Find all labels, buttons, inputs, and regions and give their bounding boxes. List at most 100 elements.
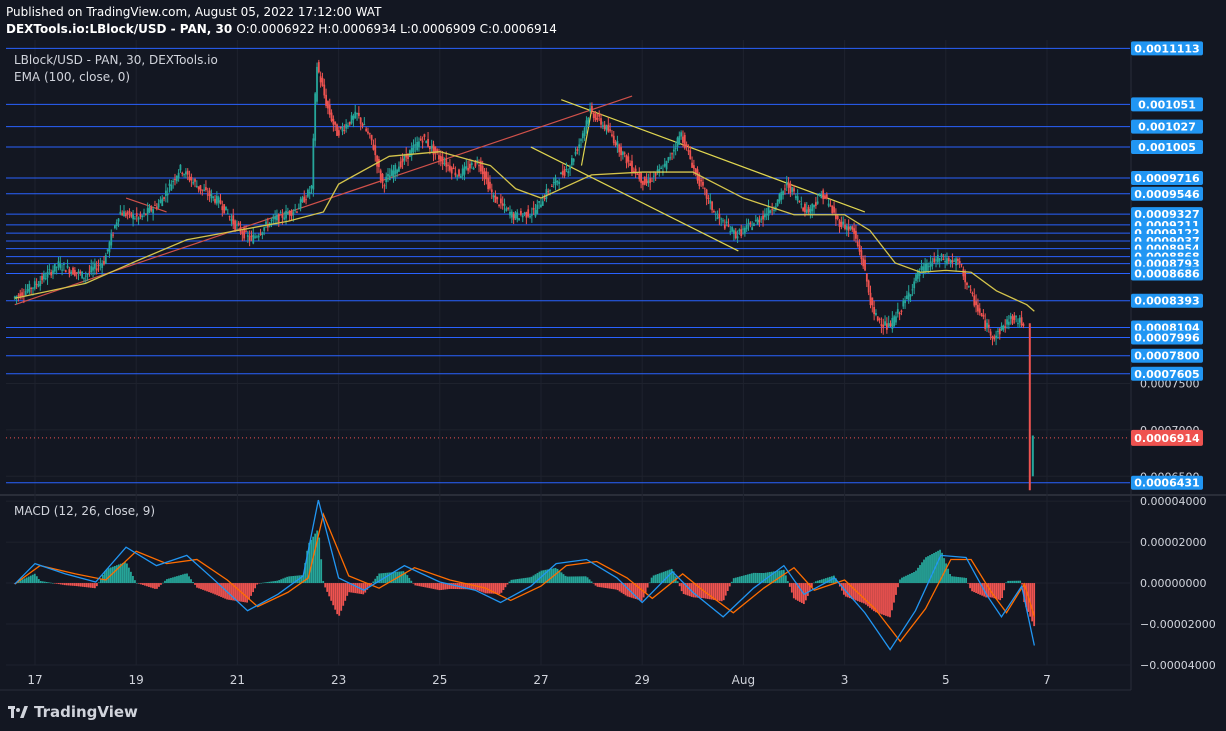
candle-body <box>97 265 100 267</box>
candle-body <box>388 175 391 181</box>
macd-histogram-bar <box>568 576 571 584</box>
candle-body <box>1004 326 1007 328</box>
macd-histogram-bar <box>264 582 267 584</box>
candle-body <box>292 212 295 215</box>
macd-histogram-bar <box>678 583 681 587</box>
macd-histogram-bar <box>324 583 327 588</box>
candle-body <box>851 226 854 230</box>
macd-histogram-bar <box>965 577 967 584</box>
macd-histogram-bar <box>97 582 100 584</box>
ema-legend[interactable]: EMA (100, close, 0) <box>14 70 130 84</box>
macd-histogram-bar <box>913 572 915 584</box>
candle-body <box>441 156 444 165</box>
macd-tick-label: 0.00002000 <box>1140 536 1206 549</box>
candle-body <box>949 260 952 264</box>
candle-body <box>520 210 522 215</box>
macd-histogram-bar <box>105 568 108 584</box>
macd-legend[interactable]: MACD (12, 26, close, 9) <box>14 504 155 518</box>
candle-body <box>884 321 886 326</box>
candle-body <box>385 176 388 182</box>
macd-histogram-bar <box>340 583 343 611</box>
candle-body <box>416 141 419 151</box>
macd-histogram-bar <box>885 583 887 616</box>
macd-histogram-bar <box>428 583 431 589</box>
macd-histogram-bar <box>47 582 50 584</box>
macd-histogram-bar <box>256 583 258 585</box>
candle-body <box>1015 316 1018 318</box>
candle-body <box>718 213 721 219</box>
macd-histogram-bar <box>85 583 88 588</box>
candle-body <box>144 213 147 215</box>
macd-histogram-bar <box>146 583 148 587</box>
macd-histogram-bar <box>238 583 240 602</box>
macd-histogram-bar <box>116 565 118 584</box>
macd-histogram-bar <box>610 583 613 589</box>
macd-histogram-bar <box>977 583 979 594</box>
macd-histogram-bar <box>111 566 114 584</box>
macd-histogram-bar <box>55 583 58 584</box>
candle-body <box>447 164 449 166</box>
symbol-legend[interactable]: LBlock/USD - PAN, 30, DEXTools.io <box>14 53 218 67</box>
macd-histogram-bar <box>656 574 659 584</box>
tradingview-logo[interactable]: TradingView <box>8 703 138 721</box>
level-price-label: 0.0009716 <box>1134 172 1200 185</box>
macd-histogram-bar <box>995 583 998 599</box>
macd-histogram-bar <box>670 568 673 584</box>
candle-body <box>995 335 998 339</box>
macd-histogram-bar <box>113 565 116 584</box>
macd-histogram-bar <box>216 583 218 596</box>
macd-histogram-bar <box>887 583 889 617</box>
candle-body <box>609 129 612 131</box>
candle-body <box>132 214 135 220</box>
candle-body <box>997 330 999 332</box>
candle-body <box>920 266 923 271</box>
level-price-label: 0.0007800 <box>1134 350 1200 363</box>
macd-histogram-bar <box>652 575 655 584</box>
candle-body <box>709 200 712 204</box>
macd-histogram-bar <box>39 580 42 584</box>
candle-body <box>711 201 713 211</box>
candle-body <box>980 313 983 316</box>
candle-body <box>731 227 734 232</box>
candle-body <box>195 185 198 188</box>
candle-body <box>332 118 335 125</box>
candle-body <box>563 169 566 176</box>
candle-body <box>549 189 551 191</box>
macd-histogram-bar <box>798 583 801 602</box>
candle-body <box>938 258 941 261</box>
candle-body <box>427 138 429 147</box>
candle-body <box>203 189 206 191</box>
candle-body <box>1011 316 1014 324</box>
level-price-label: 0.0006431 <box>1134 477 1199 490</box>
candle-body <box>63 263 65 265</box>
macd-histogram-bar <box>592 583 595 584</box>
macd-histogram-bar <box>969 583 971 589</box>
candle-body <box>596 118 599 120</box>
candle-body <box>68 268 71 274</box>
candles <box>13 59 1034 491</box>
candle-body <box>898 312 901 315</box>
macd-histogram-bar <box>618 583 621 592</box>
candle-body <box>237 222 240 226</box>
macd-histogram-bar <box>202 583 204 590</box>
macd-histogram-bar <box>430 583 433 589</box>
candle-body <box>747 223 750 225</box>
candle-body <box>893 316 896 327</box>
candle-body <box>926 263 928 273</box>
candle-body <box>248 236 251 241</box>
macd-histogram-bar <box>584 576 587 584</box>
trading-chart[interactable]: 17192123252729Aug3570.00075000.00070000.… <box>0 0 1226 731</box>
macd-histogram-bar <box>470 583 473 590</box>
macd-histogram-bar <box>43 581 46 584</box>
candle-body <box>805 209 808 213</box>
candle-body <box>205 187 207 190</box>
macd-histogram-bar <box>420 583 423 587</box>
macd-histogram-bar <box>756 572 759 584</box>
candle-body <box>450 167 453 174</box>
candle-body <box>119 211 122 215</box>
candle-body <box>833 206 835 213</box>
candle-body <box>467 167 470 171</box>
macd-histogram-bar <box>792 583 795 599</box>
candle-body <box>742 228 744 230</box>
candle-body <box>969 289 972 291</box>
